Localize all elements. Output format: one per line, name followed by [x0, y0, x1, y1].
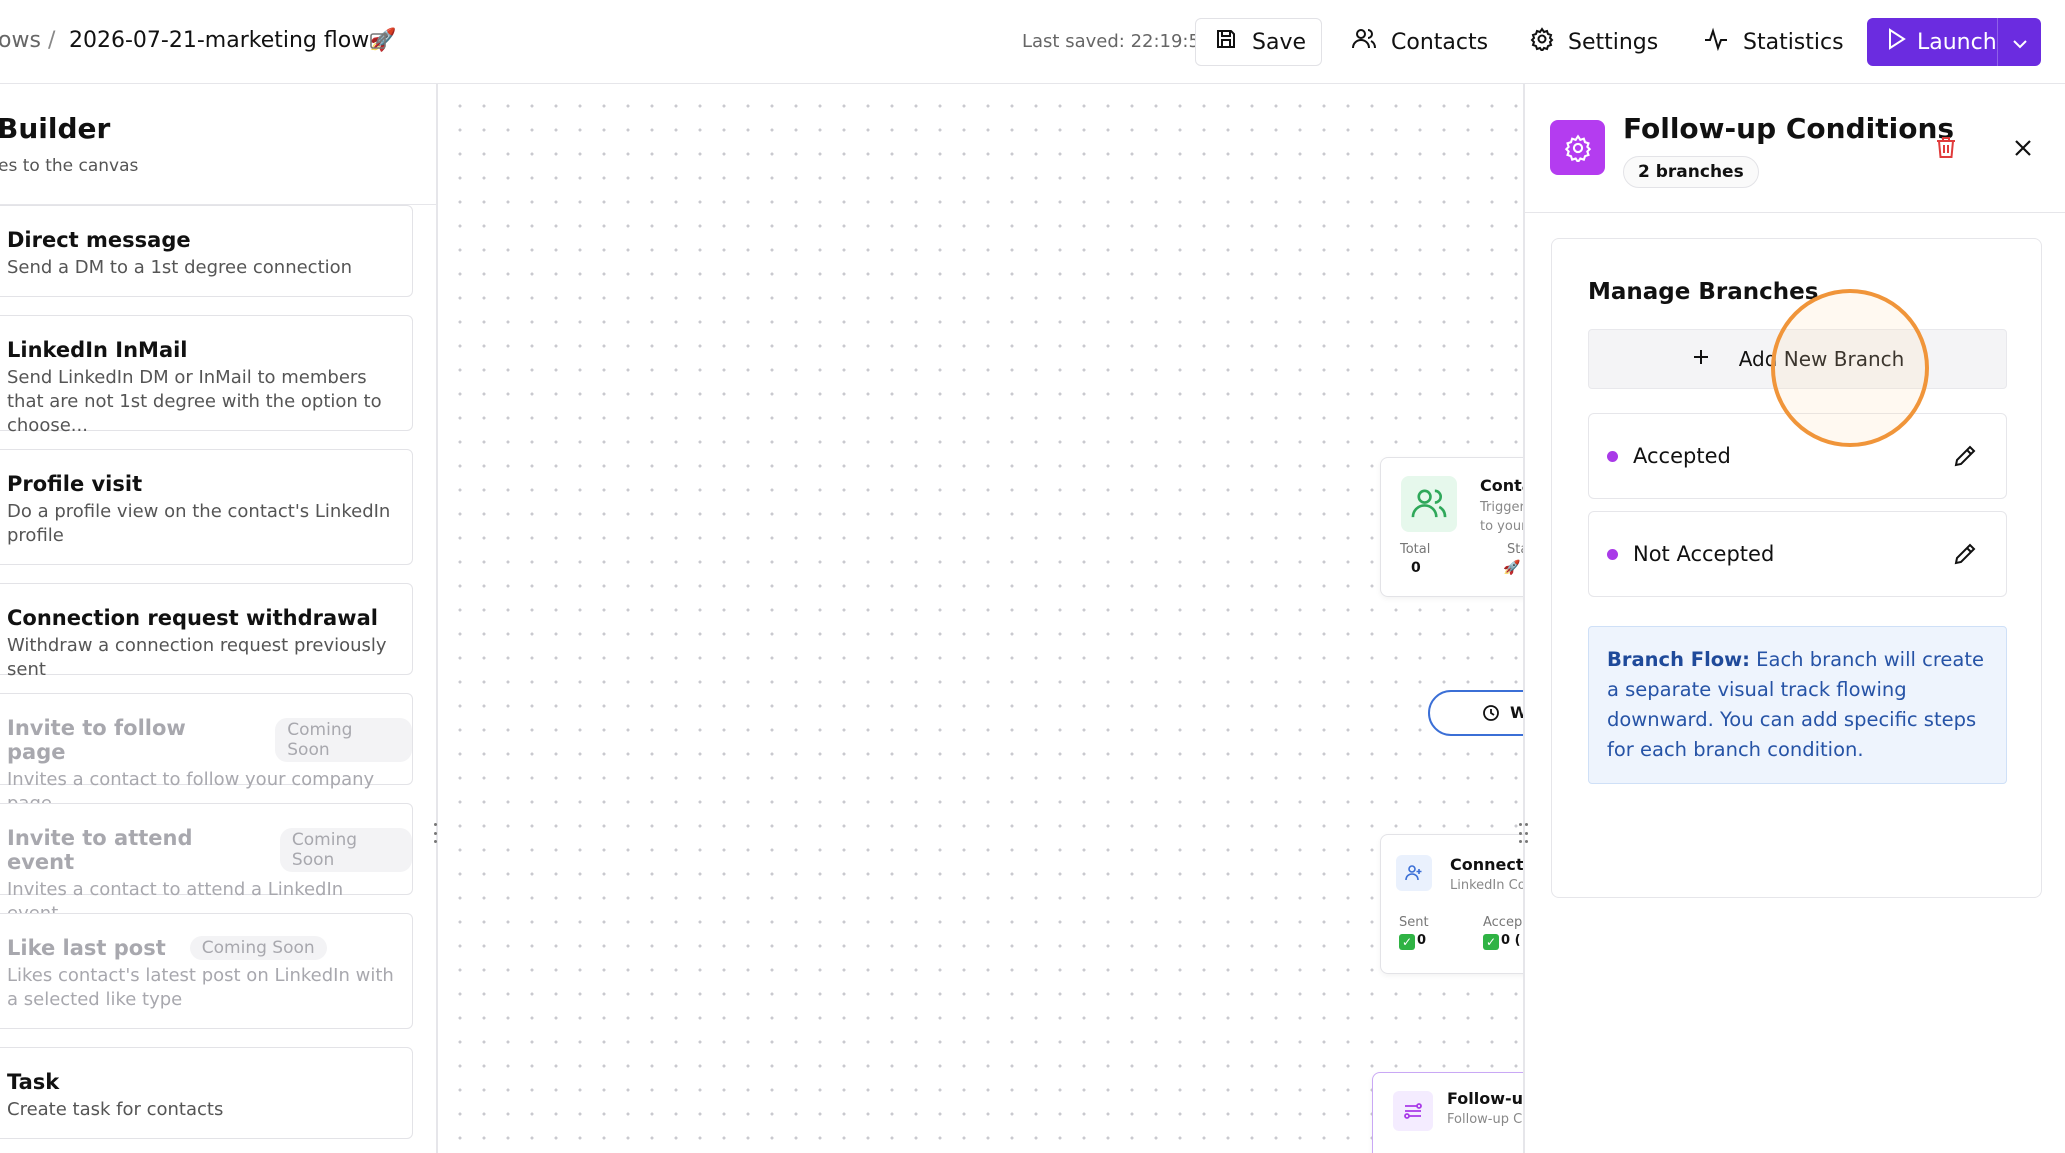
connection-request-node[interactable]: Connecti LinkedIn Co Sent ✓ 0 Accep ✓ 0 (: [1380, 834, 1523, 974]
user-plus-icon: [1396, 855, 1432, 891]
gear-icon: [1550, 120, 1605, 175]
coming-soon-badge: Coming Soon: [279, 828, 412, 872]
wait-pill[interactable]: W: [1428, 690, 1523, 736]
pencil-icon[interactable]: [1952, 443, 1978, 469]
builder-subtitle: es to the canvas: [0, 156, 139, 176]
action-title: Direct message: [7, 228, 191, 252]
launch-button[interactable]: Launch: [1867, 18, 2041, 66]
branch-color-dot: [1607, 450, 1618, 462]
accepted-value: ✓ 0 (: [1483, 933, 1521, 950]
panel-title: Follow-up Conditions: [1623, 112, 1955, 145]
trash-icon[interactable]: [1933, 134, 1959, 160]
clock-icon: [1482, 704, 1500, 726]
action-desc: Do a profile view on the contact's Linke…: [7, 501, 391, 546]
trigger-status-value: 🚀 C: [1503, 560, 1523, 576]
flow-title: 2026-07-21-marketing flow🚀: [69, 28, 397, 53]
action-desc: Send a DM to a 1st degree connection: [7, 257, 353, 278]
action-title: Connection request withdrawal: [7, 606, 378, 630]
branch-row-not-accepted[interactable]: Not Accepted: [1588, 511, 2007, 597]
panel-header: Follow-up Conditions 2 branches: [1525, 84, 2065, 213]
accepted-label: Accep: [1483, 915, 1523, 930]
builder-header: Builder es to the canvas: [0, 84, 436, 205]
manage-branches-title: Manage Branches: [1588, 279, 1819, 305]
breadcrumb-separator: /: [48, 28, 56, 53]
trigger-desc: Trigger to your: [1480, 500, 1523, 534]
action-card-linkedin-inmail[interactable]: LinkedIn InMail Send LinkedIn DM or InMa…: [0, 315, 413, 436]
action-title: Profile visit: [7, 472, 143, 496]
branch-color-dot: [1607, 548, 1618, 560]
followup-subtitle: Follow-up C: [1447, 1112, 1523, 1127]
save-icon: [1214, 27, 1238, 57]
last-saved-status: Last saved: 22:19:55: [1022, 31, 1212, 52]
builder-title: Builder: [0, 112, 111, 145]
action-title: Task: [7, 1070, 60, 1094]
action-title: Invite to attend event: [7, 826, 193, 874]
check-icon: ✓: [1483, 934, 1499, 950]
action-desc: Likes contact's latest post on LinkedIn …: [7, 965, 394, 1010]
launch-main[interactable]: Launch: [1867, 18, 1997, 66]
activity-icon: [1703, 26, 1729, 58]
save-label: Save: [1252, 29, 1307, 55]
launch-dropdown-toggle[interactable]: [1997, 18, 2041, 66]
followup-title: Follow-u: [1447, 1089, 1523, 1108]
contacts-button[interactable]: Contacts: [1351, 18, 1488, 66]
wait-label: W: [1510, 703, 1523, 722]
plus-icon: [1691, 347, 1711, 372]
click-highlight-indicator: [1771, 289, 1929, 447]
action-title: Invite to follow page: [7, 716, 186, 764]
edit-title-icon[interactable]: [369, 31, 389, 51]
followup-node[interactable]: Follow-u Follow-up C: [1372, 1072, 1523, 1153]
trigger-node[interactable]: Conta Trigger to your Total 0 Sta 🚀 C: [1380, 457, 1523, 597]
branch-label: Accepted: [1633, 444, 1731, 468]
flow-canvas[interactable]: Conta Trigger to your Total 0 Sta 🚀 C W …: [440, 84, 1523, 1153]
action-desc: Withdraw a connection request previously…: [7, 635, 387, 680]
right-resize-handle[interactable]: [1518, 823, 1528, 843]
close-icon[interactable]: [2011, 136, 2035, 160]
connection-subtitle: LinkedIn Co: [1450, 878, 1523, 893]
breadcrumb-flows-link[interactable]: ows: [0, 28, 41, 53]
action-card-profile-visit[interactable]: Profile visit Do a profile view on the c…: [0, 449, 413, 565]
action-desc: Send LinkedIn DM or InMail to members th…: [7, 367, 382, 436]
coming-soon-badge: Coming Soon: [189, 936, 327, 960]
save-button[interactable]: Save: [1195, 18, 1322, 66]
settings-label: Settings: [1568, 29, 1659, 55]
action-title: Like last post: [7, 936, 166, 960]
sent-label: Sent: [1399, 915, 1429, 930]
play-icon: [1887, 28, 1907, 56]
launch-label: Launch: [1917, 29, 1997, 55]
action-card-like-last-post: Like last post Coming Soon Likes contact…: [0, 913, 413, 1029]
chevron-down-icon: [2012, 30, 2028, 55]
gear-icon: [1530, 27, 1554, 57]
branch-flow-info: Branch Flow: Each branch will create a s…: [1588, 626, 2007, 784]
settings-button[interactable]: Settings: [1530, 18, 1658, 66]
trigger-title: Conta: [1480, 476, 1523, 495]
builder-panel: Builder es to the canvas Direct message …: [0, 84, 438, 1153]
followup-conditions-panel: Follow-up Conditions 2 branches Manage B…: [1523, 84, 2065, 1153]
info-bold: Branch Flow:: [1607, 648, 1750, 671]
action-card-direct-message[interactable]: Direct message Send a DM to a 1st degree…: [0, 205, 413, 297]
users-icon: [1401, 476, 1457, 532]
users-icon: [1351, 26, 1377, 58]
branch-icon: [1393, 1091, 1433, 1131]
action-title: LinkedIn InMail: [7, 338, 188, 362]
check-icon: ✓: [1399, 934, 1415, 950]
sent-value: ✓ 0: [1399, 933, 1426, 950]
top-bar: ows / 2026-07-21-marketing flow🚀 Last sa…: [0, 0, 2065, 84]
branches-count-badge: 2 branches: [1623, 156, 1759, 188]
action-card-invite-event: Invite to attend event Coming Soon Invit…: [0, 803, 413, 924]
action-desc: Create task for contacts: [7, 1099, 224, 1120]
statistics-label: Statistics: [1743, 29, 1844, 55]
action-card-invite-follow-page: Invite to follow page Coming Soon Invite…: [0, 693, 413, 814]
trigger-total-value: 0: [1411, 560, 1421, 576]
trigger-status-label: Sta: [1507, 542, 1523, 557]
action-card-task[interactable]: Task Create task for contacts: [0, 1047, 413, 1139]
statistics-button[interactable]: Statistics: [1703, 18, 1844, 66]
trigger-total-label: Total: [1400, 542, 1431, 557]
action-card-connection-withdrawal[interactable]: Connection request withdrawal Withdraw a…: [0, 583, 413, 680]
branch-label: Not Accepted: [1633, 542, 1775, 566]
connection-title: Connecti: [1450, 855, 1523, 874]
contacts-label: Contacts: [1391, 29, 1489, 55]
coming-soon-badge: Coming Soon: [275, 718, 412, 762]
pencil-icon[interactable]: [1952, 541, 1978, 567]
